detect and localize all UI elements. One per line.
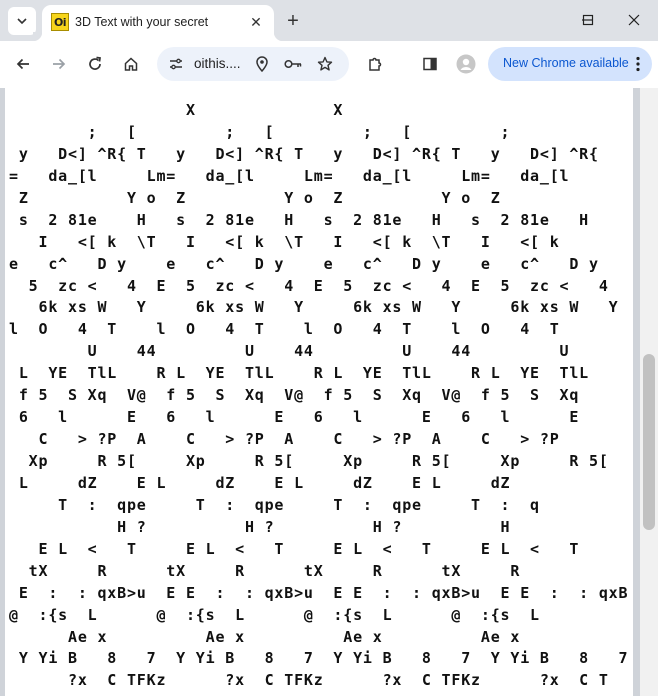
update-label: New Chrome available <box>503 56 629 70</box>
chevron-down-icon <box>17 18 27 25</box>
maximize-icon <box>582 14 594 26</box>
password-button[interactable] <box>283 54 303 74</box>
profile-button[interactable] <box>452 50 480 78</box>
tab-title: 3D Text with your secret <box>75 15 209 29</box>
star-icon <box>317 56 333 71</box>
new-chrome-available-button[interactable]: New Chrome available <box>488 47 652 81</box>
address-bar[interactable]: oithis.... <box>157 47 349 81</box>
forward-arrow-icon <box>53 58 66 70</box>
art-line: H ? H ? H ? H <box>9 517 511 536</box>
close-icon <box>628 14 640 26</box>
puzzle-icon <box>369 57 382 71</box>
art-line: L YE TlL R L YE TlL R L YE TlL R L YE Tl… <box>9 364 590 383</box>
art-line: X X <box>9 101 344 119</box>
back-arrow-icon <box>16 58 29 70</box>
art-line: Y Yi B 8 7 Y Yi B 8 7 Y Yi B 8 7 Y Yi B … <box>9 649 629 668</box>
art-line: I <[ k \T I <[ k \T I <[ k \T I <[ k <box>9 232 560 251</box>
art-line: l O 4 T l O 4 T l O 4 T l O 4 T <box>9 320 560 339</box>
site-favicon: Oi <box>51 13 69 31</box>
bookmark-button[interactable] <box>315 54 335 74</box>
art-line: ?x C TFKz ?x C TFKz ?x C TFKz ?x C T <box>9 671 609 690</box>
active-tab[interactable]: Oi 3D Text with your secret ✕ <box>33 5 283 41</box>
art-line: s 2 81e H s 2 81e H s 2 81e H s 2 81e H <box>9 210 590 229</box>
art-line: Z Y o Z Y o Z Y o Z <box>9 188 501 207</box>
page-viewport: X X ; [ ; [ ; [ ; y D<] ^R{ T y D<] ^R{ … <box>0 88 658 696</box>
art-line: 6 l E 6 l E 6 l E 6 l E <box>9 408 580 427</box>
side-panel-icon <box>423 57 437 71</box>
art-line: 6k xs W Y 6k xs W Y 6k xs W Y 6k xs W Y <box>9 298 619 317</box>
art-line: f 5 S Xq V@ f 5 S Xq V@ f 5 S Xq V@ f 5 … <box>9 386 580 405</box>
home-button[interactable] <box>117 50 145 78</box>
left-frame-border <box>0 88 5 696</box>
kebab-menu-icon <box>636 56 640 72</box>
tab-search-button[interactable] <box>8 7 36 35</box>
key-icon <box>284 59 302 69</box>
new-tab-button[interactable]: + <box>280 8 306 34</box>
art-line: U 44 U 44 U 44 U <box>9 342 570 361</box>
scrollbar-thumb[interactable] <box>643 354 655 530</box>
art-line: @ :{s L @ :{s L @ :{s L @ :{s L <box>9 605 540 624</box>
art-line: Xp R 5[ Xp R 5[ Xp R 5[ Xp R 5[ <box>9 452 609 470</box>
art-line: E : : qxB>u E E : : qxB>u E E : : qxB>u … <box>9 583 629 602</box>
location-button[interactable] <box>252 54 272 74</box>
art-line: e c^ D y e c^ D y e c^ D y e c^ D y <box>9 254 599 273</box>
art-line: 5 zc < 4 E 5 zc < 4 E 5 zc < 4 E 5 zc < … <box>9 276 609 295</box>
home-icon <box>124 57 138 71</box>
side-panel-button[interactable] <box>416 50 444 78</box>
extensions-button[interactable] <box>362 50 390 78</box>
forward-button[interactable] <box>45 50 73 78</box>
art-line: y D<] ^R{ T y D<] ^R{ T y D<] ^R{ T y D<… <box>9 144 599 163</box>
art-line: L dZ E L dZ E L dZ E L dZ <box>9 473 511 492</box>
chrome-menu-button[interactable] <box>628 54 648 74</box>
tab-strip: Oi 3D Text with your secret ✕ + <box>0 0 658 41</box>
tab-close-button[interactable]: ✕ <box>247 13 265 31</box>
close-window-button[interactable] <box>619 6 649 34</box>
maximize-button[interactable] <box>573 6 603 34</box>
browser-toolbar: oithis.... New Chrome available <box>0 41 658 88</box>
art-line: E L < T E L < T E L < T E L < T <box>9 539 580 558</box>
art-line: Ae x Ae x Ae x Ae x <box>9 627 521 646</box>
art-line: = da_[l Lm= da_[l Lm= da_[l Lm= da_[l <box>9 166 570 185</box>
site-info-button[interactable] <box>166 54 186 74</box>
right-frame-border <box>633 88 640 696</box>
reload-button[interactable] <box>81 50 109 78</box>
art-line: T : qpe T : qpe T : qpe T : q <box>9 495 540 514</box>
art-line: tX R tX R tX R tX R <box>9 561 521 580</box>
location-pin-icon <box>256 56 268 72</box>
profile-avatar-icon <box>456 54 476 74</box>
reload-icon <box>89 56 101 70</box>
ascii-3d-text-art: X X ; [ ; [ ; [ ; y D<] ^R{ T y D<] ^R{ … <box>9 100 629 696</box>
back-button[interactable] <box>9 50 37 78</box>
url-text[interactable]: oithis.... <box>194 56 241 71</box>
art-line: C > ?P A C > ?P A C > ?P A C > ?P <box>9 430 560 449</box>
art-line: ; [ ; [ ; [ ; <box>9 122 511 141</box>
tune-icon <box>170 58 182 70</box>
